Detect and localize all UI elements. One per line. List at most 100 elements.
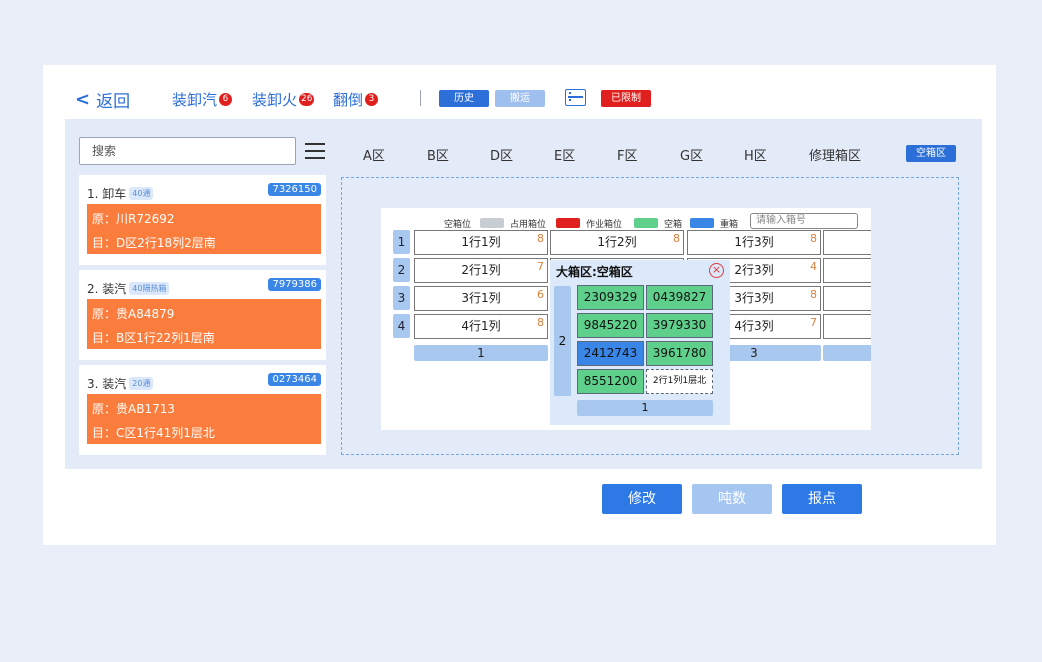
legend-item: 占用箱位 [480, 218, 546, 230]
task-type: 2. 装汽 [87, 282, 127, 296]
popup-column-label: 1 [577, 400, 713, 416]
task-tag: 40隔热箱 [129, 282, 170, 295]
container-cell[interactable]: 0439827 [646, 285, 713, 310]
server-icon[interactable] [565, 89, 586, 106]
slot-label: 1行2列 [597, 235, 637, 249]
tab-train-loading[interactable]: 装卸火 26 [252, 89, 315, 110]
tonnage-button[interactable]: 吨数 [692, 484, 772, 514]
count-badge: 26 [299, 93, 315, 106]
container-cell[interactable]: 3961780 [646, 341, 713, 366]
legend-item: 作业箱位 [556, 218, 623, 230]
column-bar [823, 345, 871, 361]
row-label: 4 [393, 314, 410, 338]
move-button[interactable]: 搬运 [495, 90, 545, 107]
slot-label: 4行1列 [461, 319, 501, 333]
column-label: 1 [414, 345, 548, 361]
task-route: 原：贵AB1713 目：C区1行41列1层北 [87, 394, 321, 444]
divider [420, 90, 421, 106]
legend-swatch [634, 218, 658, 228]
work-area: 搜索 A区 B区 D区 E区 F区 G区 H区 修理箱区 空箱区 1. 卸车 40… [65, 119, 982, 469]
yard-slot[interactable]: 1行1列 8 [414, 230, 548, 255]
legend-label: 空箱位 [444, 219, 472, 230]
history-button[interactable]: 历史 [439, 90, 489, 107]
container-cell[interactable]: 3979330 [646, 313, 713, 338]
report-button[interactable]: 报点 [782, 484, 862, 514]
slot-count: 8 [810, 288, 817, 301]
zone-tab-a[interactable]: A区 [363, 145, 385, 164]
empty-zone-button[interactable]: 空箱区 [906, 145, 956, 162]
yard-slot[interactable]: 1行3列 8 [687, 230, 821, 255]
modify-button[interactable]: 修改 [602, 484, 682, 514]
task-title: 2. 装汽 40隔热箱 [87, 280, 170, 297]
zone-tab-h[interactable]: H区 [744, 145, 767, 164]
task-tag: 40通 [129, 187, 154, 200]
tab-label: 装卸汽 [172, 91, 218, 109]
menu-icon[interactable] [305, 143, 325, 159]
top-bar: < 返回 装卸汽 6 装卸火 26 翻倒 3 历史 搬运 已限制 [43, 65, 996, 119]
task-route: 原：贵A84879 目：B区1行22列1层南 [87, 299, 321, 349]
yard-slot[interactable] [823, 314, 871, 339]
slot-label: 4行3列 [734, 319, 774, 333]
container-cell[interactable]: 9845220 [577, 313, 644, 338]
zone-tab-f[interactable]: F区 [617, 145, 637, 164]
yard-canvas[interactable]: 请输入箱号 空箱位 占用箱位 作业箱位 空箱 重箱 1 1行1列 8 1行2列 8 1行3列 8 2 2行… [341, 177, 959, 455]
block-popup: 大箱区:空箱区 × 2 1 2309329 0439827 9845220 39793… [550, 260, 730, 425]
tab-truck-loading[interactable]: 装卸汽 6 [172, 89, 233, 110]
legend-swatch [690, 218, 714, 228]
row-label: 2 [393, 258, 410, 282]
task-card[interactable]: 1. 卸车 40通 7326150 原：川R72692 目：D区2行18列2层南 [79, 175, 326, 265]
search-input[interactable]: 搜索 [79, 137, 296, 165]
slot-label: 2行1列 [461, 263, 501, 277]
container-cell[interactable]: 2412743 [577, 341, 644, 366]
task-target: 目：D区2行18列2层南 [92, 236, 216, 250]
yard-slot[interactable] [823, 286, 871, 311]
legend-item: 重箱 [690, 218, 738, 230]
task-target: 目：B区1行22列1层南 [92, 331, 215, 345]
yard-slot[interactable]: 2行1列 7 [414, 258, 548, 283]
slot-label: 2行3列 [734, 263, 774, 277]
container-cell[interactable]: 2行1列1层北 [646, 369, 713, 394]
slot-label: 3行3列 [734, 291, 774, 305]
task-tag: 20通 [129, 377, 154, 390]
tab-label: 装卸火 [252, 91, 298, 109]
slot-count: 8 [537, 232, 544, 245]
yard-slot[interactable]: 1行2列 8 [550, 230, 684, 255]
legend-swatch [414, 218, 438, 228]
legend-label: 作业箱位 [586, 219, 623, 230]
zone-tab-e[interactable]: E区 [554, 145, 575, 164]
zone-tab-b[interactable]: B区 [427, 145, 449, 164]
slot-count: 7 [537, 260, 544, 273]
back-label: 返回 [96, 92, 131, 112]
popup-title: 大箱区:空箱区 [556, 265, 633, 279]
container-cell[interactable]: 8551200 [577, 369, 644, 394]
close-circle-icon[interactable]: × [709, 263, 724, 278]
container-search-input[interactable]: 请输入箱号 [750, 213, 858, 229]
row-label: 1 [393, 230, 410, 254]
task-target: 目：C区1行41列1层北 [92, 426, 215, 440]
task-card[interactable]: 2. 装汽 40隔热箱 7979386 原：贵A84879 目：B区1行22列1层… [79, 270, 326, 360]
container-cell[interactable]: 2309329 [577, 285, 644, 310]
zone-tab-repair[interactable]: 修理箱区 [809, 145, 861, 164]
slot-count: 8 [537, 316, 544, 329]
slot-count: 8 [673, 232, 680, 245]
zone-tab-g[interactable]: G区 [680, 145, 703, 164]
task-type: 3. 装汽 [87, 377, 127, 391]
yard-slot[interactable] [823, 230, 871, 255]
yard-map: 请输入箱号 空箱位 占用箱位 作业箱位 空箱 重箱 1 1行1列 8 1行2列 8 1行3列 8 2 2行… [381, 208, 871, 430]
count-badge: 3 [365, 93, 379, 106]
task-origin: 原：川R72692 [92, 212, 175, 226]
task-card[interactable]: 3. 装汽 20通 0273464 原：贵AB1713 目：C区1行41列1层北 [79, 365, 326, 455]
slot-label: 3行1列 [461, 291, 501, 305]
slot-count: 6 [537, 288, 544, 301]
zone-tab-d[interactable]: D区 [490, 145, 513, 164]
back-button[interactable]: < 返回 [75, 87, 130, 112]
tab-transfer[interactable]: 翻倒 3 [333, 89, 379, 110]
yard-slot[interactable] [823, 258, 871, 283]
task-number-badge: 7326150 [268, 183, 321, 196]
task-title: 3. 装汽 20通 [87, 375, 154, 392]
yard-slot[interactable]: 3行1列 6 [414, 286, 548, 311]
main-panel: < 返回 装卸汽 6 装卸火 26 翻倒 3 历史 搬运 已限制 搜索 A区 B… [43, 65, 996, 545]
yard-slot[interactable]: 4行1列 8 [414, 314, 548, 339]
count-badge: 6 [219, 93, 233, 106]
restricted-button[interactable]: 已限制 [601, 90, 651, 107]
